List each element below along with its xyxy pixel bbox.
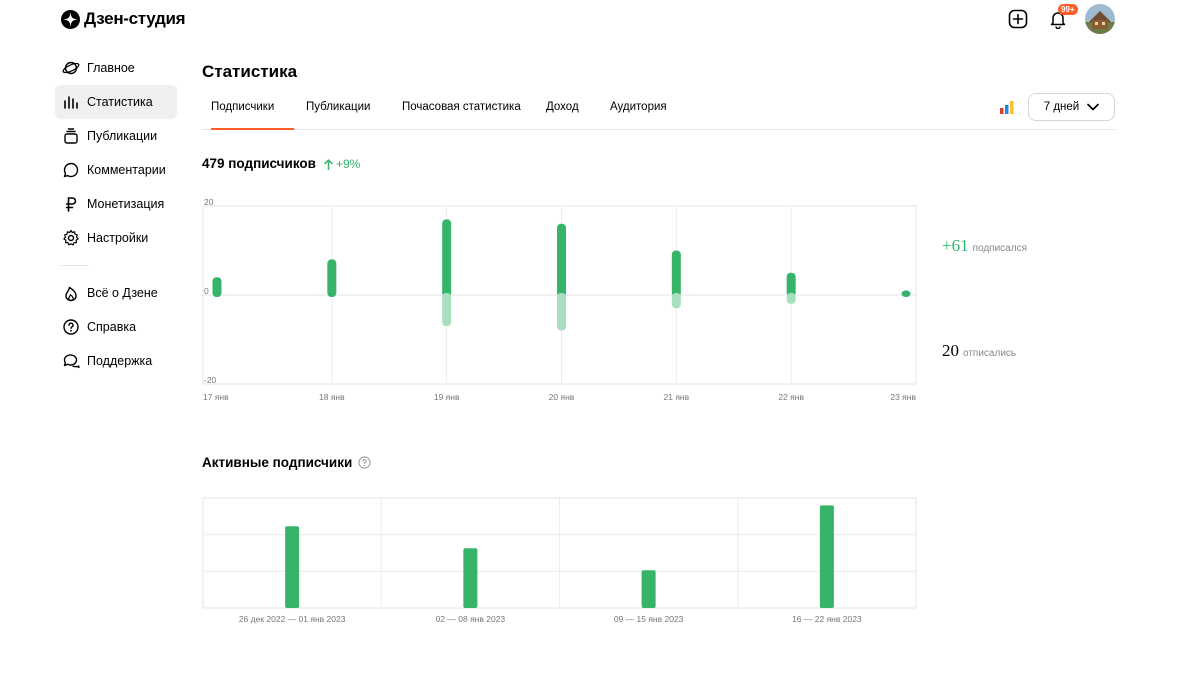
x-tick-label: 16 — 22 янв 2023 [792, 614, 862, 624]
bar-subscribed [327, 259, 337, 297]
tab-subscribers[interactable]: Подписчики [211, 92, 294, 130]
rank-bars-icon[interactable] [1000, 100, 1014, 114]
unsubscribed-summary: 20 отписались [942, 341, 1016, 361]
notification-badge: 99+ [1058, 4, 1078, 15]
subscribed-value: +61 [942, 236, 969, 255]
sidebar-item-publications[interactable]: Публикации [55, 119, 177, 153]
bar-active-subscribers [463, 548, 478, 608]
tab-bar: Подписчики Публикации Почасовая статисти… [202, 92, 1115, 130]
x-tick-label: 02 — 08 янв 2023 [436, 614, 506, 624]
bar-chart-icon [64, 96, 78, 109]
sidebar-item-comments[interactable]: Комментарии [55, 153, 177, 187]
ruble-icon [65, 197, 77, 212]
subscribers-total: 479 подписчиков [202, 156, 316, 171]
sidebar-item-label: Настройки [87, 231, 149, 245]
app-title: Дзен-студия [84, 9, 186, 28]
sidebar-item-support[interactable]: Поддержка [55, 344, 177, 378]
sidebar-item-about[interactable]: Всё о Дзене [55, 276, 177, 310]
x-tick-label: 22 янв [778, 392, 804, 402]
sidebar-item-settings[interactable]: Настройки [55, 221, 177, 255]
x-tick-label: 20 янв [549, 392, 575, 402]
add-icon [1008, 9, 1028, 29]
sidebar-item-label: Монетизация [87, 197, 165, 211]
bar-unsubscribed [786, 293, 796, 304]
bar-subscribed [212, 277, 222, 297]
active-subscribers-chart: 26 дек 2022 — 01 янв 2023 02 — 08 янв 202… [202, 497, 917, 624]
comment-icon [63, 162, 79, 178]
unsubscribed-value: 20 [942, 341, 959, 360]
help-icon[interactable] [358, 456, 371, 469]
tab-label: Почасовая статистика [402, 101, 521, 113]
sidebar-item-label: Поддержка [87, 354, 153, 368]
y-tick-label: 20 [204, 197, 214, 207]
tab-label: Аудитория [610, 101, 667, 113]
bar-unsubscribed [557, 293, 566, 331]
sidebar: Главное Статистика Публикации Комментари… [55, 51, 177, 378]
sidebar-item-label: Главное [87, 61, 135, 75]
tab-label: Публикации [306, 101, 371, 113]
period-select[interactable]: 7 дней [1028, 93, 1115, 121]
tab-income[interactable]: Доход [546, 92, 579, 129]
help-icon [63, 319, 79, 335]
bar-active-subscribers [819, 505, 834, 608]
subscribers-chart: 20 0 -20 17 янв 18 янв 19 янв 20 янв 21 янв 22 я… [202, 197, 917, 402]
stack-icon [64, 128, 78, 144]
flame-icon [65, 286, 77, 302]
chevron-down-icon [1087, 103, 1100, 111]
notifications-button[interactable]: 99+ [1046, 4, 1078, 31]
sidebar-item-monetization[interactable]: Монетизация [55, 187, 177, 221]
gear-icon [63, 229, 79, 246]
sidebar-item-statistics[interactable]: Статистика [55, 85, 177, 119]
planet-icon [62, 61, 80, 75]
sidebar-item-main[interactable]: Главное [55, 51, 177, 85]
subscribed-caption: подписался [972, 243, 1027, 254]
section-title: Активные подписчики [202, 455, 353, 470]
chat-icon [63, 354, 80, 369]
x-tick-label: 23 янв [890, 392, 916, 402]
unsubscribed-caption: отписались [963, 348, 1017, 359]
tab-label: Доход [546, 101, 579, 113]
x-tick-label: 21 янв [664, 392, 690, 402]
sidebar-item-help[interactable]: Справка [55, 310, 177, 344]
tab-hourly[interactable]: Почасовая статистика [402, 92, 521, 129]
y-tick-label: 0 [204, 286, 209, 296]
x-tick-label: 09 — 15 янв 2023 [614, 614, 684, 624]
tab-publications[interactable]: Публикации [306, 92, 370, 129]
tab-audience[interactable]: Аудитория [610, 92, 667, 129]
y-tick-label: -20 [204, 375, 217, 385]
sidebar-item-label: Справка [87, 320, 137, 334]
tab-label: Подписчики [211, 101, 275, 113]
x-tick-label: 19 янв [434, 392, 460, 402]
logo[interactable]: Дзен-студия [61, 8, 186, 30]
avatar[interactable] [1085, 4, 1115, 34]
bar-active-subscribers [641, 570, 656, 608]
subscribers-growth: +9% [324, 157, 360, 171]
x-tick-label: 26 дек 2022 — 01 янв 2023 [239, 614, 346, 624]
bar-subscribed [901, 290, 911, 297]
sidebar-item-label: Статистика [87, 95, 153, 109]
bar-unsubscribed [442, 293, 452, 327]
sidebar-divider [61, 265, 89, 266]
sidebar-item-label: Комментарии [87, 163, 166, 177]
sidebar-item-label: Публикации [87, 129, 158, 143]
bar-unsubscribed [671, 293, 681, 309]
arrow-up-icon [324, 158, 333, 170]
bar-subscribed [671, 250, 681, 297]
period-value: 7 дней [1043, 101, 1080, 113]
subscribed-summary: +61 подписался [942, 236, 1027, 256]
bar-subscribed [557, 223, 566, 297]
active-subscribers-title: Активные подписчики [202, 455, 371, 470]
add-button[interactable] [1006, 7, 1030, 31]
bar-active-subscribers [285, 526, 300, 608]
sidebar-item-label: Всё о Дзене [87, 286, 158, 300]
growth-value: +9% [336, 157, 361, 171]
avatar-image [1085, 4, 1115, 34]
dzen-logo-icon [61, 9, 80, 29]
page-title: Статистика [202, 62, 298, 81]
x-tick-label: 17 янв [203, 392, 229, 402]
x-tick-label: 18 янв [319, 392, 345, 402]
bar-subscribed [442, 219, 452, 297]
